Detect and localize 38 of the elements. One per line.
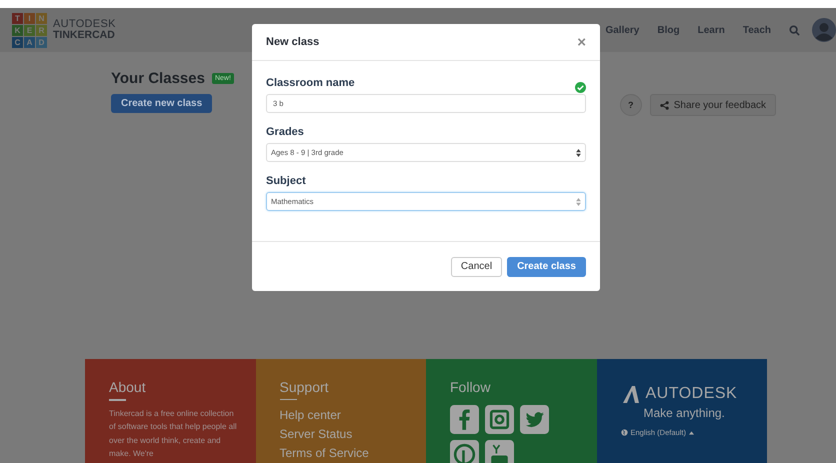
search-icon[interactable] — [789, 24, 800, 36]
brand-name: AUTODESK — [53, 19, 116, 30]
avatar-icon[interactable] — [812, 18, 836, 42]
footer-heading: Support — [280, 379, 329, 395]
caret-icon — [688, 430, 694, 434]
twitter-icon[interactable] — [520, 405, 549, 434]
about-text: Tinkercad is a free online collection of software tools that help people all over the world think, create and make. We're — [109, 408, 237, 460]
footer-heading: Follow — [450, 379, 490, 395]
check-icon — [575, 82, 586, 93]
autodesk-brand: AUTODESK — [646, 385, 738, 403]
close-button[interactable]: × — [577, 34, 586, 50]
updown-caret-icon — [576, 198, 581, 206]
page-title: Your Classes — [111, 70, 205, 87]
create-button[interactable]: Create class — [507, 256, 586, 276]
field-label: Grades — [266, 126, 304, 138]
footer-heading: About — [109, 379, 146, 395]
facebook-icon[interactable] — [450, 405, 479, 434]
nav-link[interactable]: Blog — [657, 24, 680, 36]
product-name: TINKERCAD — [53, 30, 116, 41]
nav-link[interactable]: Teach — [742, 24, 771, 36]
tinkercad-logo[interactable]: T I N K E R C A D — [12, 12, 47, 48]
create-class-button[interactable]: Create new class — [111, 94, 212, 113]
cancel-button[interactable]: Cancel — [450, 256, 502, 276]
nav-link[interactable]: Gallery — [605, 24, 640, 36]
footer-link[interactable]: Help center — [280, 406, 341, 425]
field-label: Subject — [266, 175, 306, 187]
tagline: Make anything. — [644, 406, 725, 420]
field-label: Classroom name — [266, 77, 355, 89]
footer-link[interactable]: Server Status — [280, 425, 352, 444]
instagram-icon[interactable] — [485, 405, 514, 434]
feedback-button[interactable]: Share your feedback — [650, 94, 776, 116]
share-icon — [660, 100, 669, 110]
updown-caret-icon — [576, 148, 581, 156]
autodesk-logo-icon — [620, 384, 640, 404]
footer-link[interactable]: Terms of Service — [280, 444, 369, 463]
help-button[interactable]: ? — [620, 94, 642, 116]
dialog-title: New class — [266, 36, 320, 48]
nav-link[interactable]: Learn — [698, 24, 725, 36]
